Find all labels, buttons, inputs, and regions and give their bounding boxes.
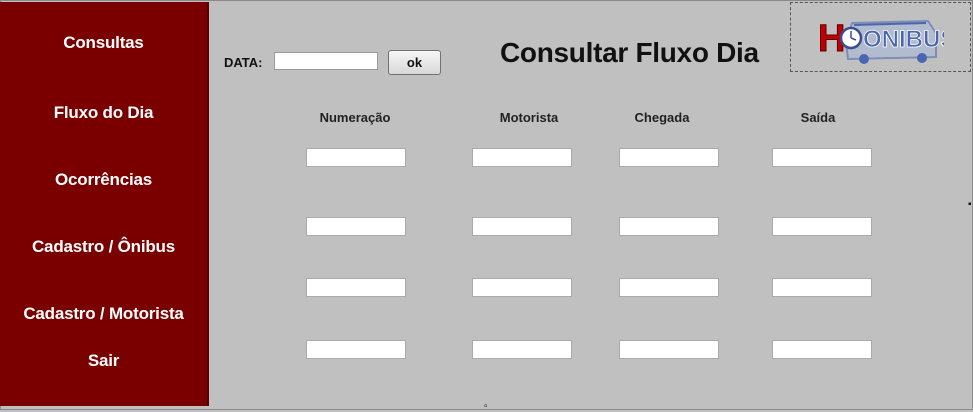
chegada-field-2[interactable]	[619, 217, 719, 236]
numeracao-field-4[interactable]	[306, 340, 406, 359]
ok-button[interactable]: ok	[388, 50, 441, 75]
date-input[interactable]	[274, 52, 378, 70]
sidebar-item-fluxo-do-dia[interactable]: Fluxo do Dia	[0, 103, 207, 123]
page-title: Consultar Fluxo Dia	[500, 37, 759, 68]
onibus-logo: H ONIBUS	[818, 18, 944, 64]
chegada-field-4[interactable]	[619, 340, 719, 359]
numeracao-field-2[interactable]	[306, 217, 406, 236]
sidebar-item-consultas[interactable]: Consultas	[0, 33, 207, 53]
column-header-numeracao: Numeração	[319, 110, 391, 125]
saida-field-1[interactable]	[772, 148, 872, 167]
column-header-chegada: Chegada	[634, 110, 690, 125]
sidebar-item-ocorrencias[interactable]: Ocorrências	[0, 170, 207, 190]
numeracao-field-1[interactable]	[306, 148, 406, 167]
logo-text: ONIBUS	[863, 26, 944, 53]
saida-field-4[interactable]	[772, 340, 872, 359]
column-header-saida: Saída	[800, 110, 836, 125]
motorista-field-2[interactable]	[472, 217, 572, 236]
date-label: DATA:	[224, 55, 263, 70]
saida-field-3[interactable]	[772, 278, 872, 297]
saida-field-2[interactable]	[772, 217, 872, 236]
motorista-field-4[interactable]	[472, 340, 572, 359]
sidebar-item-cadastro-onibus[interactable]: Cadastro / Ônibus	[0, 237, 207, 257]
sidebar-menu: Consultas Fluxo do Dia Ocorrências Cadas…	[0, 2, 209, 406]
sidebar-item-sair[interactable]: Sair	[0, 351, 207, 371]
logo-frame: H ONIBUS	[790, 2, 971, 72]
numeracao-field-3[interactable]	[306, 278, 406, 297]
resize-handle-right[interactable]: ▪	[968, 200, 972, 210]
sidebar-item-cadastro-motorista[interactable]: Cadastro / Motorista	[0, 304, 207, 324]
chegada-field-1[interactable]	[619, 148, 719, 167]
chegada-field-3[interactable]	[619, 278, 719, 297]
motorista-field-1[interactable]	[472, 148, 572, 167]
resize-handle-bottom[interactable]: ▫	[484, 402, 488, 412]
motorista-field-3[interactable]	[472, 278, 572, 297]
column-header-motorista: Motorista	[499, 110, 559, 125]
